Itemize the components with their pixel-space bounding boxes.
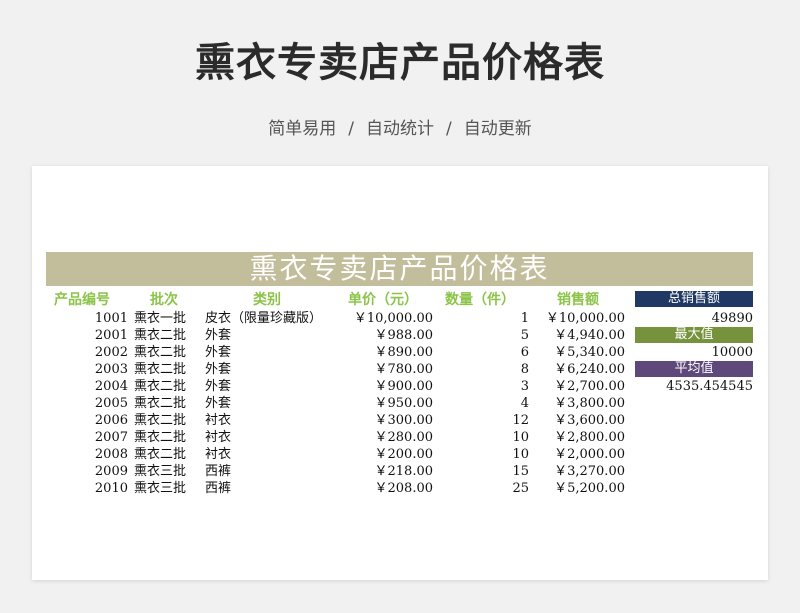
cell-code[interactable]: 2004 (82, 378, 128, 395)
header-qty: 数量（件） (445, 292, 515, 308)
page-title: 熏衣专卖店产品价格表 (195, 40, 605, 86)
cell-code[interactable]: 2001 (82, 327, 128, 344)
cell-price[interactable]: ￥950.00 (300, 395, 434, 412)
table-row: 2006 熏衣二批 衬衣 ￥300.00 12 ￥3,600.00 (0, 412, 800, 429)
header-batch: 批次 (150, 292, 178, 308)
cell-batch[interactable]: 熏衣二批 (134, 327, 186, 344)
cell-total[interactable]: ￥10,000.00 (525, 310, 625, 327)
cell-total[interactable]: ￥2,800.00 (525, 429, 625, 446)
separator: / (348, 119, 354, 139)
cell-price[interactable]: ￥218.00 (300, 463, 434, 480)
cell-qty[interactable]: 15 (470, 463, 529, 480)
cell-batch[interactable]: 熏衣二批 (134, 361, 186, 378)
cell-qty[interactable]: 4 (470, 395, 529, 412)
cell-type[interactable]: 外套 (205, 378, 231, 395)
cell-total[interactable]: ￥5,200.00 (525, 480, 625, 497)
cell-type[interactable]: 西裤 (205, 463, 231, 480)
stat-max-value[interactable]: 10000 (635, 345, 753, 361)
cell-batch[interactable]: 熏衣二批 (134, 429, 186, 446)
table-row: 2007 熏衣二批 衬衣 ￥280.00 10 ￥2,800.00 (0, 429, 800, 446)
cell-batch[interactable]: 熏衣三批 (134, 480, 186, 497)
cell-qty[interactable]: 25 (470, 480, 529, 497)
cell-qty[interactable]: 1 (470, 310, 529, 327)
tag-auto-stats: 自动统计 (366, 119, 434, 139)
stat-total-value[interactable]: 49890 (635, 311, 753, 327)
cell-price[interactable]: ￥890.00 (300, 344, 434, 361)
cell-price[interactable]: ￥988.00 (300, 327, 434, 344)
cell-qty[interactable]: 10 (470, 446, 529, 463)
cell-type[interactable]: 西裤 (205, 480, 231, 497)
cell-qty[interactable]: 12 (470, 412, 529, 429)
cell-total[interactable]: ￥4,940.00 (525, 327, 625, 344)
cell-total[interactable]: ￥3,800.00 (525, 395, 625, 412)
page-subtitle: 简单易用 / 自动统计 / 自动更新 (0, 114, 800, 139)
cell-total[interactable]: ￥2,700.00 (525, 378, 625, 395)
cell-price[interactable]: ￥200.00 (300, 446, 434, 463)
cell-batch[interactable]: 熏衣一批 (134, 310, 186, 327)
header-code: 产品编号 (54, 292, 110, 308)
cell-qty[interactable]: 10 (470, 429, 529, 446)
cell-code[interactable]: 2009 (82, 463, 128, 480)
cell-type[interactable]: 外套 (205, 327, 231, 344)
sheet-title: 熏衣专卖店产品价格表 (46, 252, 753, 286)
cell-price[interactable]: ￥780.00 (300, 361, 434, 378)
cell-batch[interactable]: 熏衣二批 (134, 446, 186, 463)
table-row: 2005 熏衣二批 外套 ￥950.00 4 ￥3,800.00 (0, 395, 800, 412)
cell-batch[interactable]: 熏衣二批 (134, 395, 186, 412)
cell-total[interactable]: ￥5,340.00 (525, 344, 625, 361)
separator: / (446, 119, 452, 139)
header-price: 单价（元） (348, 292, 418, 308)
cell-qty[interactable]: 8 (470, 361, 529, 378)
cell-type[interactable]: 衬衣 (205, 429, 231, 446)
header-type: 类别 (253, 292, 281, 308)
cell-batch[interactable]: 熏衣二批 (134, 344, 186, 361)
cell-price[interactable]: ￥208.00 (300, 480, 434, 497)
stat-total-label: 总销售额 (635, 291, 753, 307)
cell-price[interactable]: ￥300.00 (300, 412, 434, 429)
cell-type[interactable]: 衬衣 (205, 412, 231, 429)
cell-qty[interactable]: 6 (470, 344, 529, 361)
cell-type[interactable]: 外套 (205, 361, 231, 378)
cell-batch[interactable]: 熏衣三批 (134, 463, 186, 480)
cell-code[interactable]: 2002 (82, 344, 128, 361)
cell-total[interactable]: ￥6,240.00 (525, 361, 625, 378)
cell-batch[interactable]: 熏衣二批 (134, 378, 186, 395)
cell-total[interactable]: ￥2,000.00 (525, 446, 625, 463)
cell-code[interactable]: 2005 (82, 395, 128, 412)
cell-batch[interactable]: 熏衣二批 (134, 412, 186, 429)
cell-total[interactable]: ￥3,600.00 (525, 412, 625, 429)
cell-type[interactable]: 衬衣 (205, 446, 231, 463)
cell-price[interactable]: ￥900.00 (300, 378, 434, 395)
cell-qty[interactable]: 5 (470, 327, 529, 344)
cell-code[interactable]: 2007 (82, 429, 128, 446)
cell-type[interactable]: 外套 (205, 395, 231, 412)
tag-auto-update: 自动更新 (463, 119, 532, 139)
cell-code[interactable]: 2003 (82, 361, 128, 378)
table-row: 2009 熏衣三批 西裤 ￥218.00 15 ￥3,270.00 (0, 463, 800, 480)
cell-code[interactable]: 1001 (82, 310, 128, 327)
stat-max-label: 最大值 (635, 327, 753, 343)
cell-code[interactable]: 2010 (82, 480, 128, 497)
cell-qty[interactable]: 3 (470, 378, 529, 395)
table-row: 2008 熏衣二批 衬衣 ￥200.00 10 ￥2,000.00 (0, 446, 800, 463)
cell-price[interactable]: ￥280.00 (300, 429, 434, 446)
stat-avg-label: 平均值 (635, 361, 753, 377)
cell-total[interactable]: ￥3,270.00 (525, 463, 625, 480)
cell-code[interactable]: 2006 (82, 412, 128, 429)
table-row: 2010 熏衣三批 西裤 ￥208.00 25 ￥5,200.00 (0, 480, 800, 497)
tag-easy: 简单易用 (268, 119, 337, 139)
header-total: 销售额 (557, 292, 599, 308)
cell-code[interactable]: 2008 (82, 446, 128, 463)
cell-price[interactable]: ￥10,000.00 (300, 310, 433, 327)
stat-avg-value[interactable]: 4535.454545 (635, 379, 753, 395)
cell-type[interactable]: 外套 (205, 344, 231, 361)
